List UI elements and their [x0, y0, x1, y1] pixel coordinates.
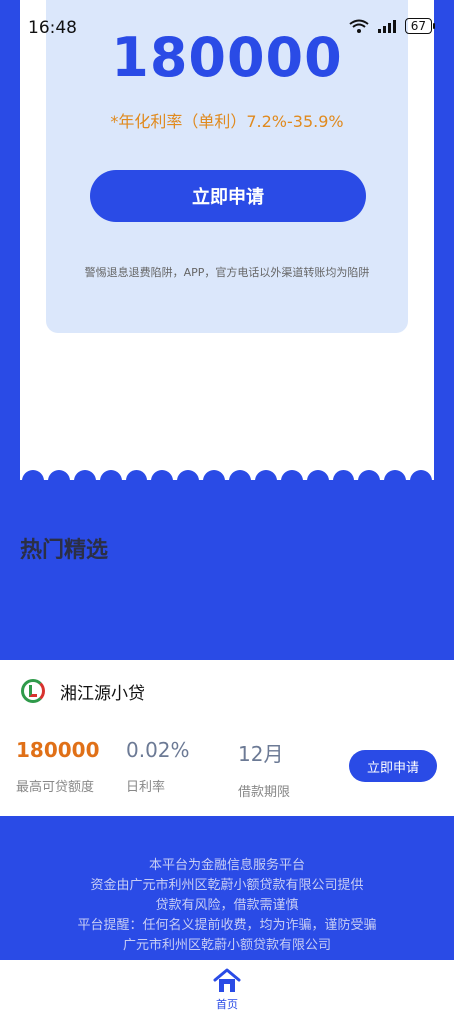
apply-now-button[interactable]: 立即申请 — [90, 170, 366, 222]
signal-icon — [377, 20, 396, 33]
disclaimer-line: 资金由广元市利州区乾蔚小额贷款有限公司提供 — [90, 878, 364, 893]
tab-home-label: 首页 — [216, 998, 238, 1011]
disclaimer-line: 平台提醒：任何名义提前收费，均为诈骗，谨防受骗 — [77, 918, 377, 933]
home-icon — [213, 968, 241, 992]
status-time: 16:48 — [28, 18, 77, 38]
wifi-icon — [349, 19, 369, 33]
stat-daily-rate: 0.02% 日利率 — [126, 738, 190, 795]
ticket-scallop-edge — [20, 470, 434, 492]
stat-value: 0.02% — [126, 738, 190, 762]
lender-logo-icon — [18, 676, 48, 706]
fraud-warning: 警惕退息退费陷阱，APP，官方电话以外渠道转账均为陷阱 — [84, 266, 370, 279]
battery-icon: 67 — [404, 18, 436, 34]
lender-header: 湘江源小贷 — [18, 676, 145, 706]
disclaimer: 本平台为金融信息服务平台 资金由广元市利州区乾蔚小额贷款有限公司提供 贷款有风险… — [0, 856, 454, 956]
product-card[interactable]: 湘江源小贷 180000 最高可贷额度 0.02% 日利率 12月 借款期限 立… — [0, 660, 454, 816]
disclaimer-line: 贷款有风险，借款需谨慎 — [155, 898, 299, 913]
stat-loan-term: 12月 借款期限 — [238, 738, 290, 800]
status-bar: 16:48 67 — [0, 0, 454, 56]
disclaimer-line: 本平台为金融信息服务平台 — [148, 858, 305, 873]
stat-value: 12月 — [238, 742, 284, 766]
bottom-tab-bar: 首页 — [0, 960, 454, 1024]
status-icons: 67 — [349, 18, 436, 34]
stat-label: 借款期限 — [238, 785, 291, 800]
product-apply-button[interactable]: 立即申请 — [349, 750, 437, 782]
stat-max-amount: 180000 最高可贷额度 — [16, 738, 100, 795]
disclaimer-line: 广元市利州区乾蔚小额贷款有限公司 — [122, 938, 331, 953]
stat-label: 日利率 — [126, 780, 166, 795]
section-title: 热门精选 — [20, 538, 109, 563]
stat-label: 最高可贷额度 — [16, 780, 95, 795]
stat-value: 180000 — [16, 738, 100, 762]
annual-rate: *年化利率（单利）7.2%-35.9% — [110, 112, 344, 131]
tab-home[interactable]: 首页 — [207, 968, 247, 1012]
lender-name: 湘江源小贷 — [60, 683, 145, 704]
